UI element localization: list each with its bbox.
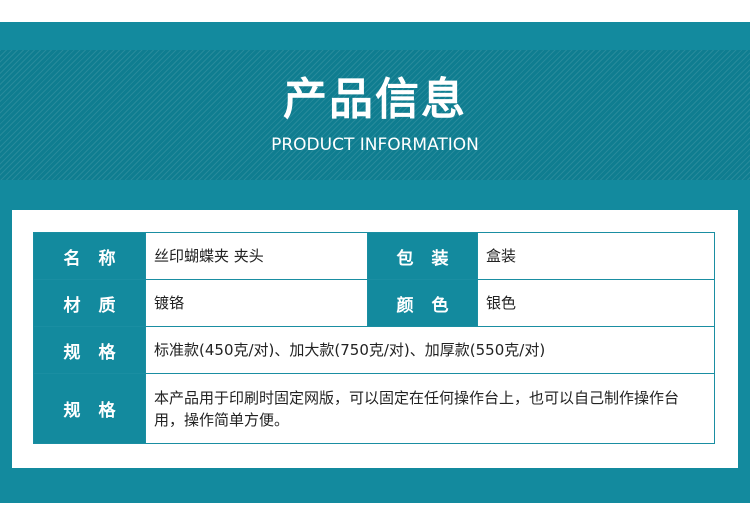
name-label: 名 称 [33, 232, 146, 280]
table-row: 材 质 镀铬 颜 色 银色 [33, 279, 715, 327]
packing-label: 包 装 [367, 232, 478, 280]
name-value: 丝印蝴蝶夹 夹头 [145, 232, 368, 280]
top-white-strip [0, 0, 750, 22]
table-row: 规 格 标准款(450克/对)、加大款(750克/对)、加厚款(550克/对) [33, 326, 715, 374]
bottom-white-strip [0, 503, 750, 523]
page-subtitle: PRODUCT INFORMATION [271, 135, 479, 155]
table-row: 规 格 本产品用于印刷时固定网版，可以固定在任何操作台上，也可以自己制作操作台用… [33, 373, 715, 444]
packing-value: 盒装 [477, 232, 715, 280]
usage-label: 规 格 [33, 373, 146, 444]
material-label: 材 质 [33, 279, 146, 327]
color-label: 颜 色 [367, 279, 478, 327]
spec-value: 标准款(450克/对)、加大款(750克/对)、加厚款(550克/对) [145, 326, 715, 374]
table-row: 名 称 丝印蝴蝶夹 夹头 包 装 盒装 [33, 232, 715, 280]
spec-table: 名 称 丝印蝴蝶夹 夹头 包 装 盒装 材 质 镀铬 颜 色 银色 规 格 标准… [33, 232, 715, 444]
usage-value: 本产品用于印刷时固定网版，可以固定在任何操作台上，也可以自己制作操作台用，操作简… [145, 373, 715, 444]
color-value: 银色 [477, 279, 715, 327]
material-value: 镀铬 [145, 279, 368, 327]
page-title: 产品信息 [283, 74, 467, 125]
spec-label: 规 格 [33, 326, 146, 374]
